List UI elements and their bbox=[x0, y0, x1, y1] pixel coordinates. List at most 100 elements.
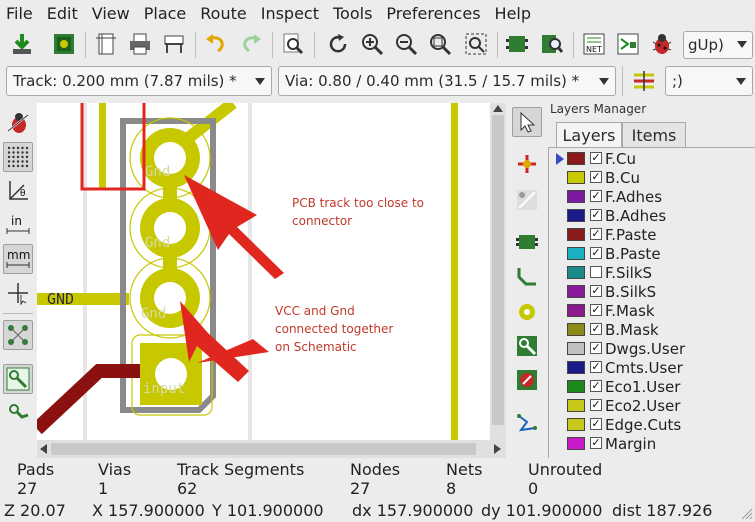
layer-visibility-checkbox[interactable]: ✓ bbox=[590, 209, 602, 221]
show-tracks-icon[interactable] bbox=[3, 364, 33, 394]
add-graphic-icon[interactable] bbox=[512, 407, 542, 437]
horizontal-scroll-thumb[interactable] bbox=[51, 443, 476, 455]
layer-visibility-checkbox[interactable]: ✓ bbox=[590, 418, 602, 430]
layer-color-swatch[interactable] bbox=[567, 399, 585, 412]
layer-row[interactable]: ✓ B.Cu bbox=[548, 169, 755, 188]
mm-units-icon[interactable]: mm bbox=[3, 244, 33, 274]
netlist-icon[interactable]: NET bbox=[580, 30, 608, 58]
ratsnest-icon[interactable] bbox=[3, 320, 33, 350]
menu-help[interactable]: Help bbox=[488, 4, 538, 23]
layer-color-swatch[interactable] bbox=[567, 304, 585, 317]
scroll-left-icon[interactable] bbox=[40, 444, 47, 454]
add-zone-icon[interactable] bbox=[512, 331, 542, 361]
footprint-editor-icon[interactable] bbox=[503, 30, 531, 58]
layer-visibility-checkbox[interactable]: ✓ bbox=[590, 304, 602, 316]
inch-units-icon[interactable]: in bbox=[3, 210, 33, 240]
layer-color-swatch[interactable] bbox=[567, 361, 585, 374]
layer-visibility-checkbox[interactable]: ✓ bbox=[590, 171, 602, 183]
zoom-out-icon[interactable] bbox=[392, 30, 420, 58]
via-size-select[interactable]: Via: 0.80 / 0.40 mm (31.5 / 15.7 mils) * bbox=[278, 66, 616, 96]
add-via-icon[interactable] bbox=[512, 297, 542, 327]
layer-color-swatch[interactable] bbox=[567, 209, 585, 222]
zoom-in-icon[interactable] bbox=[358, 30, 386, 58]
layer-visibility-checkbox[interactable]: ✓ bbox=[590, 228, 602, 240]
refresh-icon[interactable] bbox=[324, 30, 352, 58]
tab-layers[interactable]: Layers bbox=[556, 122, 622, 148]
board-setup-icon[interactable] bbox=[50, 30, 78, 58]
polar-coords-icon[interactable]: θ bbox=[3, 176, 33, 206]
cursor-shape-icon[interactable] bbox=[3, 278, 33, 308]
drc-icon[interactable] bbox=[648, 30, 676, 58]
save-board-icon[interactable] bbox=[8, 30, 36, 58]
scroll-right-icon[interactable] bbox=[494, 444, 501, 454]
print-icon[interactable] bbox=[126, 30, 154, 58]
layer-row[interactable]: ✓ F.Cu bbox=[548, 150, 755, 169]
layer-row[interactable]: ✓ B.SilkS bbox=[548, 283, 755, 302]
layer-row[interactable]: ✓ B.Paste bbox=[548, 245, 755, 264]
layer-visibility-checkbox[interactable]: ✓ bbox=[590, 285, 602, 297]
layer-pair-select[interactable]: ;) bbox=[665, 66, 753, 96]
layer-row[interactable]: ✓ F.Adhes bbox=[548, 188, 755, 207]
zoom-selection-icon[interactable] bbox=[462, 30, 490, 58]
pcb-canvas[interactable]: Gnd Gnd Gnd input GND PCB track too clos… bbox=[37, 103, 490, 440]
layer-visibility-checkbox[interactable]: ✓ bbox=[590, 380, 602, 392]
vertical-scroll-thumb[interactable] bbox=[492, 115, 504, 425]
layer-visibility-checkbox[interactable]: ✓ bbox=[590, 323, 602, 335]
add-keepout-icon[interactable] bbox=[512, 365, 542, 395]
layer-color-swatch[interactable] bbox=[567, 323, 585, 336]
layer-visibility-checkbox[interactable]: ✓ bbox=[590, 361, 602, 373]
page-settings-icon[interactable] bbox=[92, 30, 120, 58]
menu-tools[interactable]: Tools bbox=[326, 4, 379, 23]
tab-items[interactable]: Items bbox=[622, 122, 686, 148]
resize-grip-icon[interactable] bbox=[739, 506, 753, 520]
update-pcb-icon[interactable] bbox=[614, 30, 642, 58]
show-vias-icon[interactable] bbox=[3, 398, 33, 428]
layer-pair-icon[interactable] bbox=[630, 68, 658, 94]
layer-row[interactable]: ✓ B.Adhes bbox=[548, 207, 755, 226]
menu-place[interactable]: Place bbox=[137, 4, 194, 23]
horizontal-scrollbar[interactable] bbox=[37, 440, 506, 458]
find-icon[interactable] bbox=[279, 30, 307, 58]
menu-view[interactable]: View bbox=[85, 4, 137, 23]
zoom-fit-icon[interactable] bbox=[426, 30, 454, 58]
menu-route[interactable]: Route bbox=[193, 4, 253, 23]
footprint-browser-icon[interactable] bbox=[538, 30, 566, 58]
layer-row[interactable]: ✓ B.Mask bbox=[548, 321, 755, 340]
menu-preferences[interactable]: Preferences bbox=[379, 4, 487, 23]
drc-markers-icon[interactable] bbox=[3, 108, 33, 138]
layer-color-swatch[interactable] bbox=[567, 266, 585, 279]
layer-row[interactable]: ✓ Edge.Cuts bbox=[548, 416, 755, 435]
local-ratsnest-icon[interactable] bbox=[512, 185, 542, 215]
layer-row[interactable]: ✓ Eco2.User bbox=[548, 397, 755, 416]
layer-color-swatch[interactable] bbox=[567, 152, 585, 165]
layer-color-swatch[interactable] bbox=[567, 437, 585, 450]
layer-color-swatch[interactable] bbox=[567, 342, 585, 355]
route-track-icon[interactable] bbox=[512, 261, 542, 291]
layer-color-swatch[interactable] bbox=[567, 418, 585, 431]
layer-row[interactable]: F.SilkS bbox=[548, 264, 755, 283]
layer-visibility-checkbox[interactable]: ✓ bbox=[590, 247, 602, 259]
layer-row[interactable]: ✓ Cmts.User bbox=[548, 359, 755, 378]
layer-color-swatch[interactable] bbox=[567, 285, 585, 298]
layer-color-swatch[interactable] bbox=[567, 380, 585, 393]
vertical-scrollbar[interactable] bbox=[490, 103, 506, 440]
scroll-up-icon[interactable] bbox=[493, 105, 503, 112]
layer-visibility-checkbox[interactable]: ✓ bbox=[590, 399, 602, 411]
layer-visibility-checkbox[interactable]: ✓ bbox=[590, 342, 602, 354]
active-layer-select[interactable]: gUp) bbox=[683, 31, 753, 59]
layer-visibility-checkbox[interactable]: ✓ bbox=[590, 437, 602, 449]
menu-file[interactable]: File bbox=[0, 4, 40, 23]
layer-row[interactable]: ✓ F.Paste bbox=[548, 226, 755, 245]
select-arrow-icon[interactable] bbox=[512, 107, 542, 137]
add-footprint-icon[interactable] bbox=[512, 227, 542, 257]
layer-color-swatch[interactable] bbox=[567, 190, 585, 203]
layer-row[interactable]: ✓ Dwgs.User bbox=[548, 340, 755, 359]
menu-inspect[interactable]: Inspect bbox=[254, 4, 326, 23]
layer-row[interactable]: ✓ Eco1.User bbox=[548, 378, 755, 397]
redo-icon[interactable] bbox=[237, 30, 265, 58]
plot-icon[interactable] bbox=[160, 30, 188, 58]
layer-visibility-checkbox[interactable]: ✓ bbox=[590, 190, 602, 202]
layer-visibility-checkbox[interactable]: ✓ bbox=[590, 152, 602, 164]
grid-icon[interactable] bbox=[3, 142, 33, 172]
layer-color-swatch[interactable] bbox=[567, 228, 585, 241]
